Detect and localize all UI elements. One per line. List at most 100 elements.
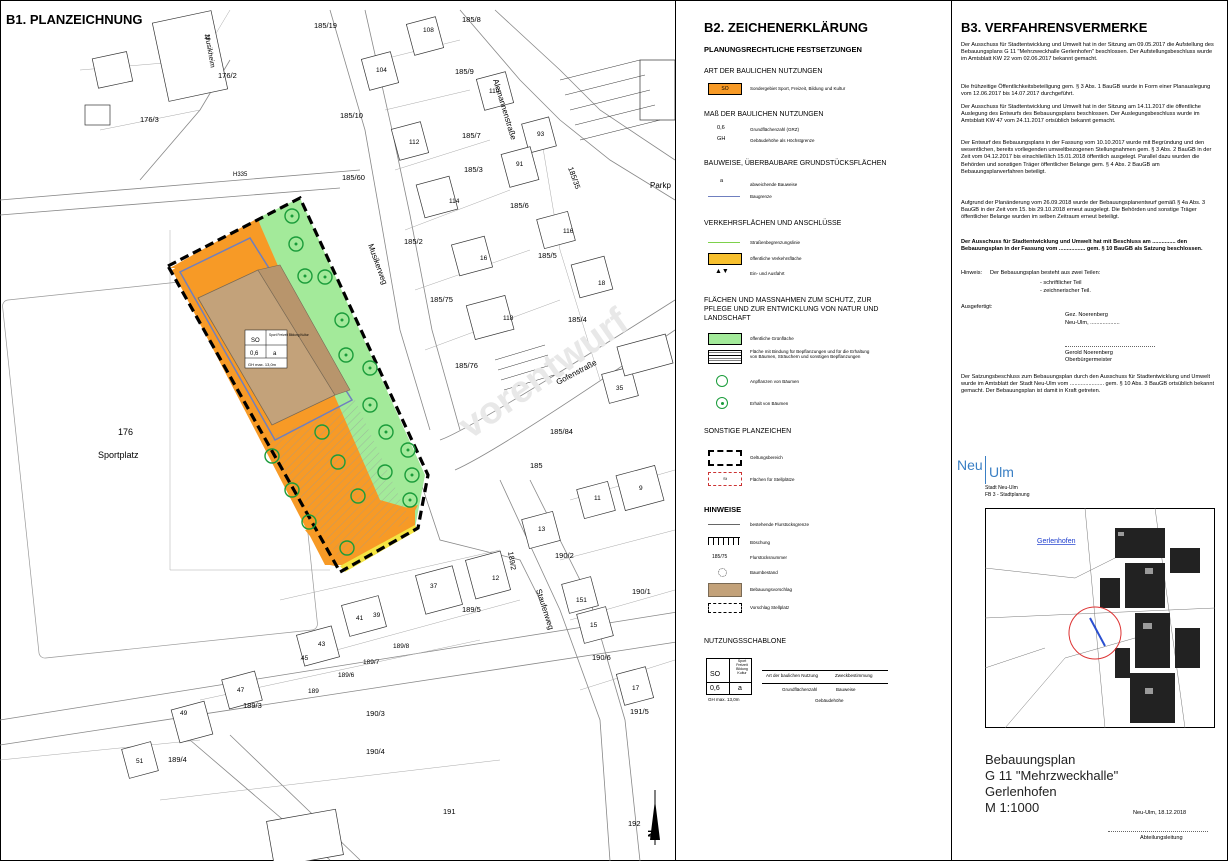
legend-bindung-text: Fläche mit Bindung für Bepflanzungen und… — [750, 349, 870, 359]
house-no-41: 41 — [356, 615, 364, 622]
parcel-176-2: 176/2 — [218, 71, 237, 80]
legend-art-title: ART DER BAULICHEN NUTZUNGEN — [704, 68, 823, 75]
legend-hinweise-title: HINWEISE — [704, 505, 742, 514]
plan-schablone-grz: 0,6 — [250, 351, 259, 357]
city-logo-ulm: Ulm — [989, 464, 1014, 480]
city-logo-divider — [985, 456, 986, 484]
plan-drawing[interactable]: SO Sport Freizeit Bildung Kultur 0,6 a G… — [0, 0, 675, 861]
house-no-39: 39 — [373, 612, 381, 619]
legend-schablone-bauweise: a — [738, 685, 742, 692]
parcel-189: 189 — [308, 688, 319, 695]
legend-stellplatz-swatch: St — [708, 472, 742, 486]
legend-bebauungsvorschlag-text: Bebauungsvorschlag — [750, 587, 793, 592]
title-line-1: Bebauungsplan — [985, 752, 1076, 767]
office-line-1: Stadt Neu-Ulm — [985, 485, 1018, 491]
house-no-37: 37 — [430, 583, 438, 590]
legend-geltungsbereich-swatch — [708, 450, 742, 466]
north-arrow: N — [645, 790, 660, 845]
legend-geltungsbereich-text: Geltungsbereich — [750, 455, 783, 460]
parcel-191: 191 — [443, 807, 456, 816]
parcel-189-7: 189/7 — [363, 659, 380, 666]
house-no-116: 16 — [480, 255, 488, 262]
house-no-114: 114 — [449, 198, 460, 205]
legend-baumbestand-text: Baumbestand — [750, 570, 778, 575]
section-divider-1 — [675, 0, 676, 861]
legend-grz-symbol: 0,6 — [717, 125, 725, 131]
house-no-16: 116 — [563, 228, 574, 235]
legend-schablone-desc-bauweise: Bauweise — [836, 687, 856, 692]
parcel-185-10: 185/10 — [340, 111, 363, 120]
legend-baugrenze-line — [708, 196, 740, 197]
overview-label: Gerlenhofen — [1037, 538, 1076, 545]
house-no-45: 45 — [301, 655, 309, 662]
vermerk-hinweis-text: Der Bebauungsplan besteht aus zwei Teile… — [990, 270, 1101, 276]
legend-a-symbol: a — [720, 178, 724, 184]
parcel-189-5: 189/5 — [462, 605, 481, 614]
legend-einfahrt-text: Ein- und Ausfahrt — [750, 271, 785, 276]
title-line-3: Gerlenhofen — [985, 784, 1057, 799]
vermerk-ausgefertigt: Ausgefertigt: — [961, 304, 993, 310]
title-line-2: G 11 "Mehrzweckhalle" — [985, 768, 1119, 783]
plan-schablone-zweck: Sport Freizeit Bildung Kultur — [269, 333, 310, 337]
parkplatz-label: Parkp — [650, 181, 671, 190]
parcel-185-35: 185/35 — [566, 166, 582, 191]
parcel-185-8: 185/8 — [462, 15, 481, 24]
legend-flurstuecksnummer-symbol: 185/75 — [712, 554, 728, 560]
parcel-190-4: 190/4 — [366, 747, 385, 756]
house-no-49: 49 — [180, 710, 188, 717]
abteilungsleitung-line — [1108, 831, 1208, 832]
legend-gruenflaeche-text: öffentliche Grünfläche — [750, 336, 794, 341]
parcel-185-3: 185/3 — [464, 165, 483, 174]
house-no-108: 108 — [423, 27, 434, 34]
vermerk-ort-datum: Neu-Ulm, ................... — [1065, 320, 1120, 326]
legend-einfahrt-icon: ▲▼ — [715, 268, 729, 275]
plan-schablone-zone: SO — [251, 338, 260, 344]
legend-baugrenze-text: Baugrenze — [750, 194, 772, 199]
house-no-12: 12 — [492, 575, 500, 582]
legend-flurstuecksgrenze-text: bestehende Flurstücksgrenze — [750, 522, 810, 527]
parcel-189-2: 189/2 — [506, 551, 518, 571]
legend-schablone-desc-zweck: Zweckbestimmung — [835, 673, 873, 678]
legend-schablone-desc-gh: Gebäudehöhe — [815, 698, 844, 703]
parcel-185-6: 185/6 — [510, 201, 529, 210]
parcel-185-7: 185/7 — [462, 131, 481, 140]
house-no-35: 35 — [616, 385, 624, 392]
legend-gruenflaeche-swatch — [708, 333, 742, 345]
legend-vorschlag-stellplatz-swatch — [708, 603, 742, 613]
city-logo-neu: Neu — [957, 457, 983, 473]
legend-boeschung-text: Böschung — [750, 540, 771, 545]
legend-schablone-zweck: Sport Freizeit Bildung Kultur — [736, 659, 748, 675]
house-no-13: 13 — [538, 526, 546, 533]
house-no-15: 15 — [590, 622, 598, 629]
parcel-191-5: 191/5 — [630, 707, 649, 716]
parcel-185-76: 185/76 — [455, 361, 478, 370]
house-no-151: 151 — [576, 597, 587, 604]
vermerk-hinweis-item-1: - schriftlicher Teil — [1040, 280, 1082, 286]
house-no-118: 118 — [503, 315, 514, 322]
house-no-93: 93 — [537, 131, 545, 138]
legend-anpflanzen-icon — [716, 375, 728, 387]
overview-map[interactable]: Gerlenhofen — [985, 508, 1215, 728]
legend-sonstige-title: SONSTIGE PLANZEICHEN — [704, 428, 792, 435]
legend-strassenbegrenzung-line — [708, 242, 740, 243]
vermerk-auslegungsbeschluss: Der Ausschuss für Stadtentwicklung und U… — [961, 104, 1201, 125]
vermerk-entwurf: Der Entwurf des Bebauungsplans in der Fa… — [961, 140, 1212, 175]
parcel-185-2: 185/2 — [404, 237, 423, 246]
legend-schablone-gh: GH max. 13,0m — [708, 697, 740, 702]
legend-verkehrsflaeche-text: öffentliche Verkehrsfläche — [750, 256, 802, 261]
parcel-185: 185 — [530, 461, 543, 470]
parcel-176-3: 176/3 — [140, 115, 159, 124]
parcel-185-60: 185/60 — [342, 173, 365, 182]
parcel-185-9: 185/9 — [455, 67, 474, 76]
legend-so-text: Sondergebiet Sport, Freizeit, Bildung un… — [750, 86, 846, 91]
legend-grz-text: Grundflächenzahl (GRZ) — [750, 127, 800, 132]
legend-heading: B2. ZEICHENERKLÄRUNG — [704, 20, 868, 35]
vermerk-bekanntmachung: Der Satzungsbeschluss zum Bebauungsplan … — [961, 374, 1215, 395]
legend-schablone-line2 — [762, 683, 888, 684]
parcel-h335: H335 — [233, 172, 248, 178]
north-arrow-label: N — [645, 830, 656, 837]
house-numbers: 11 108 104 110 112 93 91 114 116 16 118 … — [136, 27, 643, 765]
house-no-91: 91 — [516, 161, 524, 168]
house-no-43: 43 — [318, 641, 326, 648]
house-no-47: 47 — [237, 687, 245, 694]
